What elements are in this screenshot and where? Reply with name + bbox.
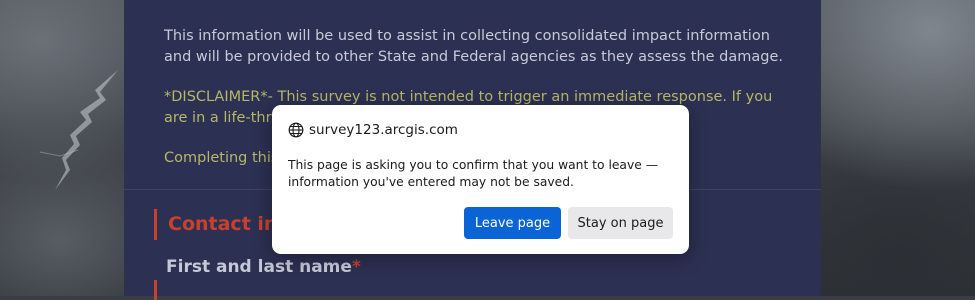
field-accent-bar: [154, 280, 157, 300]
intro-paragraph: This information will be used to assist …: [164, 28, 783, 65]
contact-section-title: Contact inf: [154, 209, 286, 240]
dialog-host-text: survey123.arcgis.com: [309, 122, 458, 138]
leave-page-dialog: survey123.arcgis.com This page is asking…: [272, 105, 689, 254]
required-mark: *: [351, 257, 361, 277]
dialog-host: survey123.arcgis.com: [288, 121, 458, 139]
globe-icon: [288, 122, 304, 138]
leave-page-button[interactable]: Leave page: [464, 207, 561, 239]
name-field-label-text: First and last name: [166, 257, 352, 277]
dialog-message: This page is asking you to confirm that …: [288, 158, 659, 189]
name-field-label: First and last name*: [166, 257, 361, 277]
stay-on-page-button[interactable]: Stay on page: [568, 207, 673, 239]
lightning-graphic: [39, 70, 118, 190]
